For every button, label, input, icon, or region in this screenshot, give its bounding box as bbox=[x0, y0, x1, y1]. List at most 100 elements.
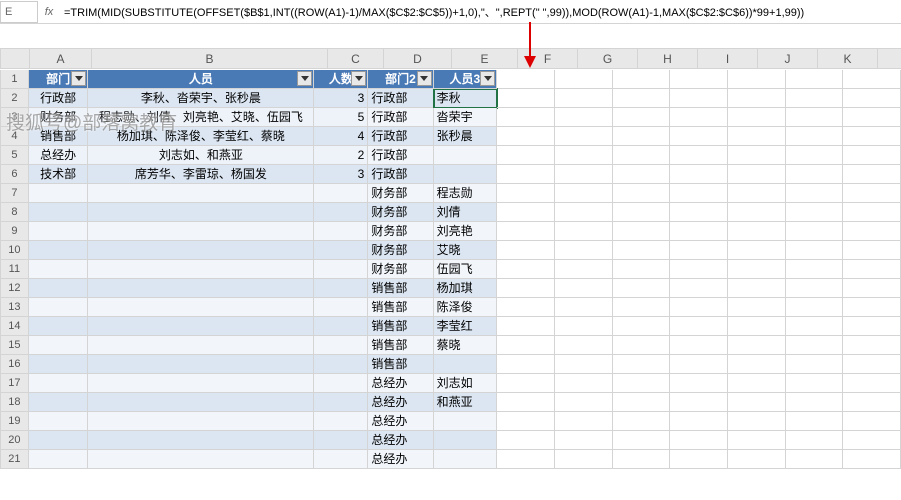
filter-dropdown-icon[interactable] bbox=[351, 71, 366, 86]
cell-A9[interactable] bbox=[29, 222, 89, 241]
row-header[interactable]: 11 bbox=[0, 260, 29, 279]
cell-L4[interactable] bbox=[843, 127, 901, 146]
cell-I18[interactable] bbox=[670, 393, 728, 412]
cell-A12[interactable] bbox=[29, 279, 89, 298]
cell-F12[interactable] bbox=[497, 279, 555, 298]
cell-G5[interactable] bbox=[555, 146, 613, 165]
cell-B6[interactable]: 席芳华、李雷琼、杨国发 bbox=[88, 165, 314, 184]
cell-G21[interactable] bbox=[555, 450, 613, 469]
cell-D18[interactable]: 总经办 bbox=[368, 393, 433, 412]
row-header[interactable]: 21 bbox=[0, 450, 29, 469]
cell-K13[interactable] bbox=[786, 298, 844, 317]
cell-E1[interactable]: 人员3 bbox=[434, 70, 497, 89]
cell-C17[interactable] bbox=[314, 374, 368, 393]
column-header-J[interactable]: J bbox=[758, 48, 818, 69]
cell-E9[interactable]: 刘亮艳 bbox=[434, 222, 497, 241]
cell-L2[interactable] bbox=[843, 89, 901, 108]
cell-G10[interactable] bbox=[555, 241, 613, 260]
formula-input[interactable] bbox=[60, 1, 901, 23]
cell-I21[interactable] bbox=[670, 450, 728, 469]
cell-A1[interactable]: 部门 bbox=[29, 70, 89, 89]
spreadsheet-grid[interactable]: ABCDEFGHIJKL 1部门人员人数部门2人员32行政部李秋、沓荣宇、张秒晨… bbox=[0, 70, 901, 469]
cell-K8[interactable] bbox=[786, 203, 844, 222]
cell-D8[interactable]: 财务部 bbox=[368, 203, 433, 222]
cell-J16[interactable] bbox=[728, 355, 786, 374]
cell-K9[interactable] bbox=[786, 222, 844, 241]
cell-J11[interactable] bbox=[728, 260, 786, 279]
filter-dropdown-icon[interactable] bbox=[297, 71, 312, 86]
cell-K20[interactable] bbox=[786, 431, 844, 450]
cell-F13[interactable] bbox=[497, 298, 555, 317]
cell-J1[interactable] bbox=[728, 70, 786, 89]
cell-A13[interactable] bbox=[29, 298, 89, 317]
cell-E7[interactable]: 程志勋 bbox=[434, 184, 497, 203]
cell-H2[interactable] bbox=[613, 89, 671, 108]
cell-L15[interactable] bbox=[843, 336, 901, 355]
cell-J7[interactable] bbox=[728, 184, 786, 203]
cell-D16[interactable]: 销售部 bbox=[368, 355, 433, 374]
cell-F10[interactable] bbox=[497, 241, 555, 260]
cell-G17[interactable] bbox=[555, 374, 613, 393]
cell-C2[interactable]: 3 bbox=[314, 89, 368, 108]
cell-E8[interactable]: 刘倩 bbox=[434, 203, 497, 222]
cell-L1[interactable] bbox=[843, 70, 901, 89]
cell-D19[interactable]: 总经办 bbox=[368, 412, 433, 431]
cell-K10[interactable] bbox=[786, 241, 844, 260]
cell-J3[interactable] bbox=[728, 108, 786, 127]
cell-D21[interactable]: 总经办 bbox=[368, 450, 433, 469]
cell-E13[interactable]: 陈泽俊 bbox=[434, 298, 497, 317]
cell-G13[interactable] bbox=[555, 298, 613, 317]
cell-E5[interactable] bbox=[434, 146, 497, 165]
cell-B19[interactable] bbox=[88, 412, 314, 431]
cell-I6[interactable] bbox=[670, 165, 728, 184]
cell-H6[interactable] bbox=[613, 165, 671, 184]
cell-E11[interactable]: 伍园飞 bbox=[434, 260, 497, 279]
cell-K1[interactable] bbox=[786, 70, 844, 89]
cell-L8[interactable] bbox=[843, 203, 901, 222]
cell-K19[interactable] bbox=[786, 412, 844, 431]
cell-J20[interactable] bbox=[728, 431, 786, 450]
cell-I19[interactable] bbox=[670, 412, 728, 431]
cell-A6[interactable]: 技术部 bbox=[29, 165, 89, 184]
row-header[interactable]: 18 bbox=[0, 393, 29, 412]
cell-F4[interactable] bbox=[497, 127, 555, 146]
cell-C20[interactable] bbox=[314, 431, 368, 450]
cell-L16[interactable] bbox=[843, 355, 901, 374]
cell-B17[interactable] bbox=[88, 374, 314, 393]
cell-J5[interactable] bbox=[728, 146, 786, 165]
cell-F6[interactable] bbox=[497, 165, 555, 184]
cell-G2[interactable] bbox=[555, 89, 613, 108]
column-header-H[interactable]: H bbox=[638, 48, 698, 69]
cell-B4[interactable]: 杨加琪、陈泽俊、李莹红、蔡晓 bbox=[88, 127, 314, 146]
cell-L20[interactable] bbox=[843, 431, 901, 450]
cell-K2[interactable] bbox=[786, 89, 844, 108]
cell-H8[interactable] bbox=[613, 203, 671, 222]
cell-I7[interactable] bbox=[670, 184, 728, 203]
row-header[interactable]: 13 bbox=[0, 298, 29, 317]
cell-L10[interactable] bbox=[843, 241, 901, 260]
filter-dropdown-icon[interactable] bbox=[417, 71, 432, 86]
cell-G12[interactable] bbox=[555, 279, 613, 298]
cell-I4[interactable] bbox=[670, 127, 728, 146]
cell-H10[interactable] bbox=[613, 241, 671, 260]
cell-J10[interactable] bbox=[728, 241, 786, 260]
cell-H21[interactable] bbox=[613, 450, 671, 469]
cell-I9[interactable] bbox=[670, 222, 728, 241]
cell-J2[interactable] bbox=[728, 89, 786, 108]
cell-A7[interactable] bbox=[29, 184, 89, 203]
cell-L13[interactable] bbox=[843, 298, 901, 317]
cell-L21[interactable] bbox=[843, 450, 901, 469]
cell-H19[interactable] bbox=[613, 412, 671, 431]
cell-A21[interactable] bbox=[29, 450, 89, 469]
cell-A2[interactable]: 行政部 bbox=[29, 89, 89, 108]
cell-F1[interactable] bbox=[497, 70, 555, 89]
cell-C14[interactable] bbox=[314, 317, 368, 336]
cell-F18[interactable] bbox=[497, 393, 555, 412]
cell-J12[interactable] bbox=[728, 279, 786, 298]
cell-C1[interactable]: 人数 bbox=[314, 70, 368, 89]
cell-E16[interactable] bbox=[434, 355, 497, 374]
cell-K12[interactable] bbox=[786, 279, 844, 298]
cell-F9[interactable] bbox=[497, 222, 555, 241]
cell-L3[interactable] bbox=[843, 108, 901, 127]
cell-D14[interactable]: 销售部 bbox=[368, 317, 433, 336]
